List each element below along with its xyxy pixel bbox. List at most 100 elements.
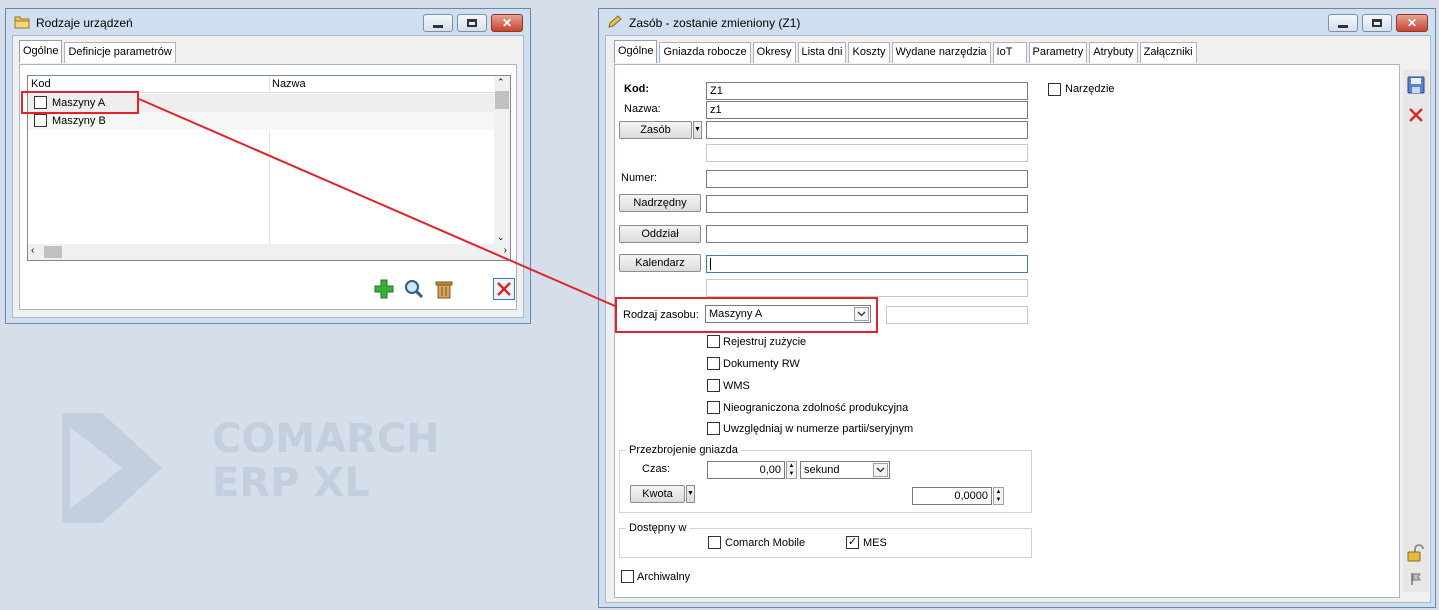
dokumenty-rw-checkbox[interactable] [707, 357, 720, 370]
save-button[interactable] [1405, 74, 1427, 96]
flag-button[interactable] [1405, 568, 1427, 590]
scroll-up-icon[interactable]: ⌃ [497, 77, 505, 88]
titlebar: Zasób - zostanie zmieniony (Z1) ✕ [599, 9, 1435, 35]
scroll-thumb[interactable] [44, 246, 62, 258]
scroll-left-icon[interactable]: ‹ [31, 245, 34, 256]
czas-label: Czas: [642, 463, 671, 475]
tab-lista-dni[interactable]: Lista dni [797, 42, 847, 63]
mes-checkbox[interactable]: ✓ [846, 536, 859, 549]
add-icon [374, 279, 394, 299]
tab-koszty[interactable]: Koszty [848, 42, 890, 63]
search-button[interactable] [403, 278, 425, 300]
delete-icon [435, 281, 453, 299]
chevron-down-icon[interactable] [873, 463, 888, 477]
kwota-button[interactable]: Kwota [630, 485, 685, 503]
narzedzie-label: Narzędzie [1065, 83, 1115, 95]
czas-spinner[interactable]: ▲ ▼ [786, 461, 797, 479]
nadrzedny-input[interactable] [706, 195, 1028, 213]
tab-gniazda-robocze[interactable]: Gniazda robocze [659, 42, 751, 63]
numer-label: Numer: [621, 172, 658, 184]
wms-checkbox[interactable] [707, 379, 720, 392]
kwota-spinner[interactable]: ▲ ▼ [993, 487, 1004, 505]
table-row[interactable]: Maszyny B [28, 112, 494, 130]
highlight-rodzaj-zasobu [615, 297, 878, 333]
close-button[interactable] [1405, 104, 1427, 126]
scroll-down-icon[interactable]: ⌄ [497, 232, 505, 243]
tab-definicje-parametrow[interactable]: Definicje parametrów [64, 42, 176, 63]
lock-icon [1407, 544, 1424, 562]
kalendarz-description-input [706, 279, 1028, 297]
kwota-input[interactable]: 0,0000 [912, 487, 992, 505]
zasob-button[interactable]: Zasób [619, 121, 692, 139]
comarch-mobile-label: Comarch Mobile [725, 537, 806, 549]
mes-label: MES [863, 537, 887, 549]
czas-input[interactable]: 0,00 [707, 461, 785, 479]
tab-zalaczniki[interactable]: Załączniki [1139, 42, 1197, 63]
tab-ogolne[interactable]: Ogólne [614, 40, 658, 63]
zasob-description-input [706, 144, 1028, 162]
comarch-erp-xl-watermark: COMARCH ERP XL [62, 413, 442, 523]
close-window-button[interactable]: ✕ [1396, 14, 1428, 32]
tab-ogolne[interactable]: Ogólne [19, 40, 63, 63]
archiwalny-label: Archiwalny [637, 571, 691, 583]
uwzgledniaj-w-numerze-checkbox[interactable] [707, 422, 720, 435]
watermark-line2: ERP XL [212, 460, 370, 506]
edit-pencil-icon [608, 15, 622, 28]
rodzaje-urzadzen-window: Rodzaje urządzeń ✕ Ogólne Definicje para… [5, 8, 531, 324]
minimize-button[interactable] [1328, 14, 1358, 32]
window-title: Zasób - zostanie zmieniony (Z1) [629, 16, 801, 30]
maximize-icon [467, 19, 477, 27]
tab-iot[interactable]: IoT [992, 42, 1027, 63]
narzedzie-checkbox[interactable] [1048, 83, 1061, 96]
kalendarz-input[interactable] [706, 255, 1028, 273]
dokumenty-rw-label: Dokumenty RW [723, 358, 800, 370]
horizontal-scrollbar[interactable]: ‹ › [28, 244, 510, 260]
scroll-thumb[interactable] [495, 91, 509, 109]
rejestruj-zuzycie-label: Rejestruj zużycie [723, 336, 807, 348]
rejestruj-zuzycie-checkbox[interactable] [707, 335, 720, 348]
zasob-input[interactable] [706, 121, 1028, 139]
close-window-button[interactable]: ✕ [491, 14, 523, 32]
delete-button[interactable] [433, 278, 455, 300]
tab-atrybuty[interactable]: Atrybuty [1089, 42, 1138, 63]
window-title: Rodzaje urządzeń [36, 16, 133, 30]
rodzaj-zasobu-extra-input [886, 306, 1028, 324]
oddzial-input[interactable] [706, 225, 1028, 243]
kalendarz-button[interactable]: Kalendarz [619, 254, 701, 272]
close-icon: ✕ [501, 16, 513, 30]
vertical-scrollbar[interactable]: ⌃ ⌄ [494, 76, 510, 244]
dostepny-w-title: Dostępny w [626, 522, 690, 534]
text-cursor [710, 258, 711, 270]
kwota-dropdown-arrow[interactable]: ▼ [686, 485, 695, 503]
numer-input[interactable] [706, 170, 1028, 188]
maximize-icon [1372, 19, 1382, 27]
column-header-nazwa[interactable]: Nazwa [272, 78, 306, 90]
column-header-kod[interactable]: Kod [31, 78, 51, 90]
lock-button[interactable] [1405, 542, 1427, 564]
titlebar: Rodzaje urządzeń ✕ [6, 9, 530, 35]
nieograniczona-zdolnosc-label: Nieograniczona zdolność produkcyjna [723, 402, 909, 414]
maximize-button[interactable] [1362, 14, 1392, 32]
minimize-button[interactable] [423, 14, 453, 32]
kod-input[interactable]: Z1 [706, 82, 1028, 100]
zasob-dropdown-arrow[interactable]: ▼ [693, 121, 702, 139]
add-button[interactable] [373, 278, 395, 300]
tab-parametry[interactable]: Parametry [1028, 42, 1088, 63]
maximize-button[interactable] [457, 14, 487, 32]
tab-wydane-narzedzia[interactable]: Wydane narzędzia [891, 42, 991, 63]
tab-okresy[interactable]: Okresy [752, 42, 796, 63]
row-checkbox[interactable] [34, 114, 47, 127]
oddzial-button[interactable]: Oddział [619, 225, 701, 243]
archiwalny-checkbox[interactable] [621, 570, 634, 583]
close-button[interactable] [493, 278, 515, 300]
kod-label: Kod: [624, 83, 650, 95]
scroll-right-icon[interactable]: › [504, 245, 507, 256]
highlight-maszyny-a [21, 91, 139, 114]
nazwa-label: Nazwa: [624, 103, 661, 115]
nadrzedny-button[interactable]: Nadrzędny [619, 194, 701, 212]
nieograniczona-zdolnosc-checkbox[interactable] [707, 401, 720, 414]
search-icon [405, 280, 424, 299]
comarch-mobile-checkbox[interactable] [708, 536, 721, 549]
nazwa-input[interactable]: z1 [706, 101, 1028, 119]
unit-select[interactable]: sekund [800, 461, 890, 479]
